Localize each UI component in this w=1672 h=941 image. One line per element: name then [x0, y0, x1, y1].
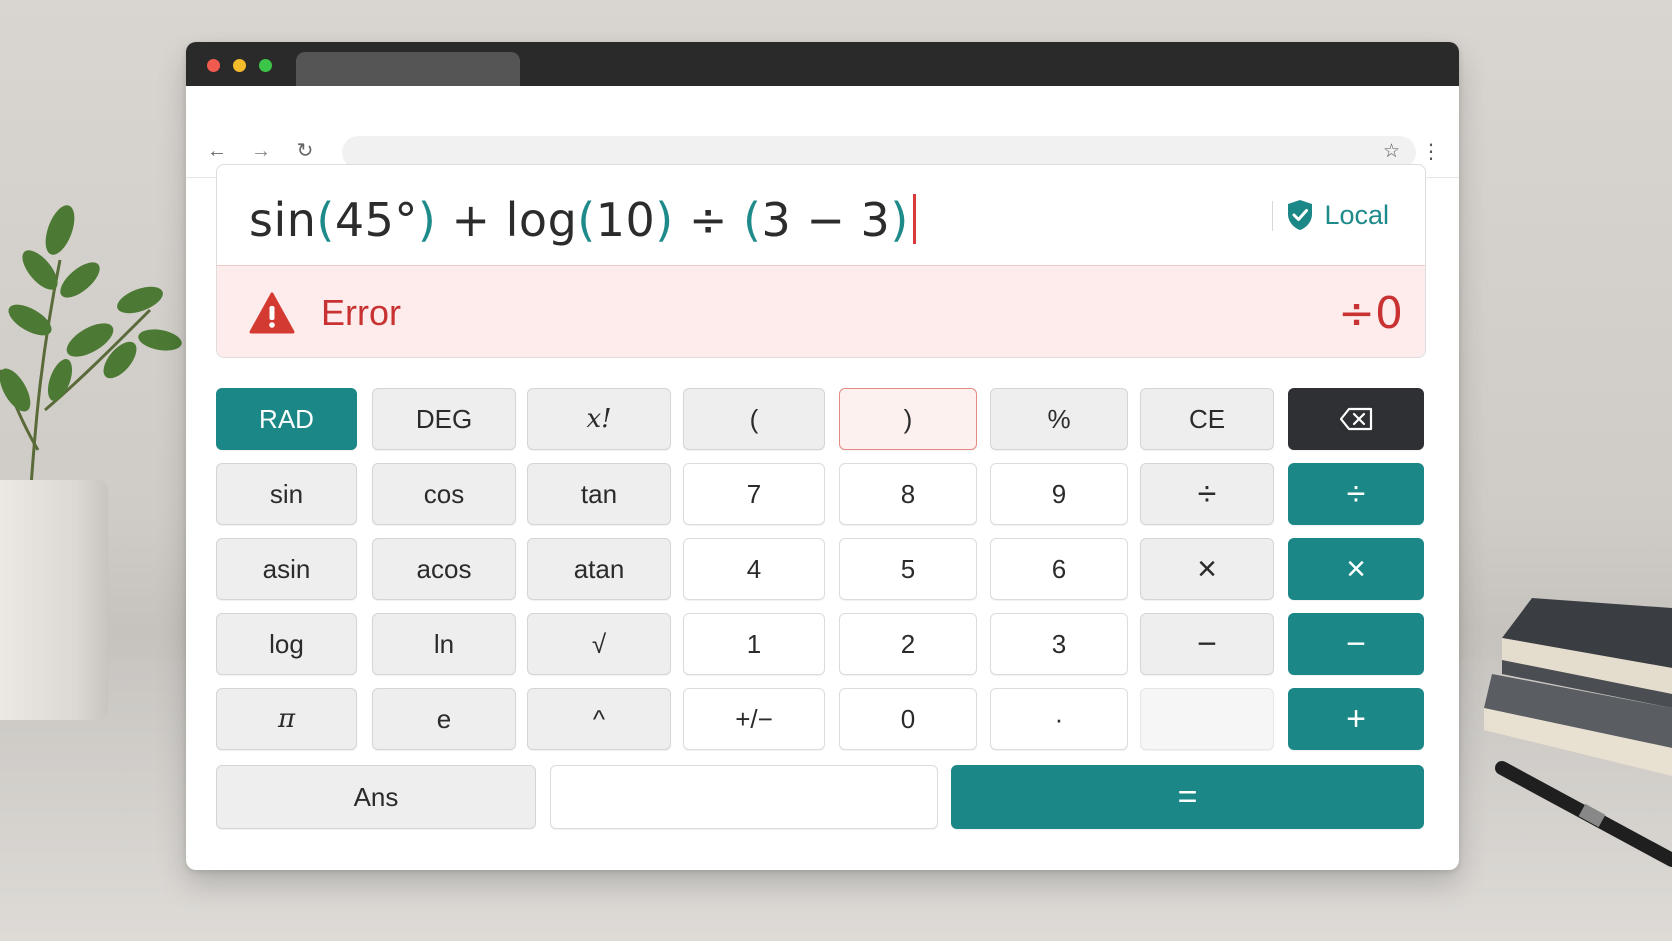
digit-8-button[interactable]: 8 [839, 463, 977, 525]
digit-9-button[interactable]: 9 [990, 463, 1128, 525]
deg-button[interactable]: DEG [372, 388, 516, 450]
divide-alt-button[interactable]: ÷ [1140, 463, 1274, 525]
open-paren-button[interactable]: ( [683, 388, 825, 450]
empty-key [1140, 688, 1274, 750]
shield-check-icon [1288, 200, 1313, 230]
plus-button[interactable]: + [1288, 688, 1424, 750]
tan-button[interactable]: tan [527, 463, 671, 525]
blank-wide-key [550, 765, 938, 829]
digit-2-button[interactable]: 2 [839, 613, 977, 675]
local-badge: Local [1286, 199, 1389, 231]
rad-button[interactable]: RAD [216, 388, 357, 450]
browser-window: ← → ↻ ☆ ⋮ sin(45°) + log(10) ÷ (3 − 3) L… [186, 42, 1459, 870]
digit-5-button[interactable]: 5 [839, 538, 977, 600]
expr-operator: ÷ [688, 193, 728, 247]
digit-7-button[interactable]: 7 [683, 463, 825, 525]
clear-entry-button[interactable]: CE [1140, 388, 1274, 450]
expr-paren: ) [655, 193, 674, 247]
acos-button[interactable]: acos [372, 538, 516, 600]
ans-button[interactable]: Ans [216, 765, 536, 829]
sin-button[interactable]: sin [216, 463, 357, 525]
digit-0-button[interactable]: 0 [839, 688, 977, 750]
expr-paren: ( [316, 193, 335, 247]
log-button[interactable]: log [216, 613, 357, 675]
asin-button[interactable]: asin [216, 538, 357, 600]
cos-button[interactable]: cos [372, 463, 516, 525]
expr-paren: ( [743, 193, 762, 247]
decimal-button[interactable]: · [990, 688, 1128, 750]
divider [1272, 201, 1273, 231]
close-window-button[interactable] [207, 59, 220, 72]
minus-alt-button[interactable]: − [1140, 613, 1274, 675]
digit-4-button[interactable]: 4 [683, 538, 825, 600]
backspace-button[interactable] [1288, 388, 1424, 450]
sign-toggle-button[interactable]: +/− [683, 688, 825, 750]
error-label: Error [321, 292, 401, 333]
pen-decoration [1495, 761, 1672, 867]
error-bar: Error ÷0 [217, 265, 1425, 357]
close-paren-button[interactable]: ) [839, 388, 977, 450]
backspace-icon [1339, 407, 1373, 431]
reload-icon[interactable]: ↻ [292, 138, 318, 164]
forward-arrow-icon[interactable]: → [248, 138, 274, 164]
percent-button[interactable]: % [990, 388, 1128, 450]
factorial-button[interactable]: x! [527, 388, 671, 450]
divide-button[interactable]: ÷ [1288, 463, 1424, 525]
power-button[interactable]: ^ [527, 688, 671, 750]
expr-paren: ( [577, 193, 596, 247]
digit-3-button[interactable]: 3 [990, 613, 1128, 675]
warning-icon [249, 292, 295, 334]
ln-button[interactable]: ln [372, 613, 516, 675]
expr-arg: 3 − 3 [761, 193, 891, 247]
title-bar [186, 42, 1459, 86]
sqrt-button[interactable]: √ [527, 613, 671, 675]
back-arrow-icon[interactable]: ← [204, 138, 230, 164]
expr-arg: 45° [334, 193, 418, 247]
plant-decoration [0, 205, 182, 501]
expr-arg: 10 [595, 193, 656, 247]
expr-paren: ) [417, 193, 437, 247]
multiply-alt-button[interactable]: × [1140, 538, 1274, 600]
local-badge-label: Local [1324, 199, 1389, 230]
error-code: ÷0 [1338, 288, 1403, 339]
multiply-button[interactable]: × [1288, 538, 1424, 600]
calculator-display: sin(45°) + log(10) ÷ (3 − 3) Local Error… [216, 164, 1426, 358]
browser-tab[interactable] [296, 52, 520, 86]
expression-input[interactable]: sin(45°) + log(10) ÷ (3 − 3) [249, 193, 916, 247]
digit-6-button[interactable]: 6 [990, 538, 1128, 600]
text-caret [912, 194, 916, 244]
maximize-window-button[interactable] [259, 59, 272, 72]
minus-button[interactable]: − [1288, 613, 1424, 675]
kebab-menu-icon[interactable]: ⋮ [1421, 137, 1441, 167]
pi-button[interactable]: π [216, 688, 357, 750]
equals-button[interactable]: = [951, 765, 1424, 829]
star-icon[interactable]: ☆ [1383, 142, 1400, 162]
minimize-window-button[interactable] [233, 59, 246, 72]
expr-fn-sin: sin [249, 193, 317, 247]
atan-button[interactable]: atan [527, 538, 671, 600]
expr-operator: + [451, 193, 491, 247]
expr-paren: ) [890, 193, 909, 247]
expr-fn-log: log [505, 193, 578, 247]
plant-pot [0, 480, 108, 720]
euler-button[interactable]: e [372, 688, 516, 750]
digit-1-button[interactable]: 1 [683, 613, 825, 675]
